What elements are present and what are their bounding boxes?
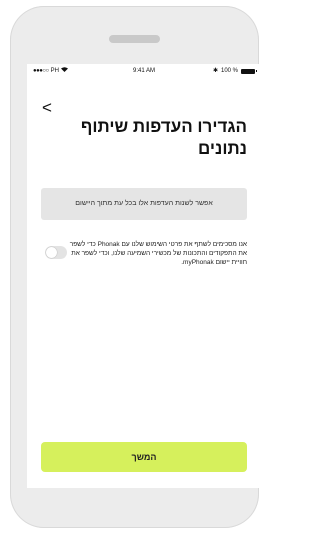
consent-row: אנו מסכימים לשתף את פרטי השימוש שלנו עם … (41, 240, 247, 292)
status-bar: ●●●○○ PH 9:41 AM ✱ 100 % (27, 64, 261, 78)
info-banner-text: אפשר לשנות העדפות אלו בכל עת מתוך היישום (75, 200, 213, 207)
back-button[interactable]: < (42, 99, 52, 116)
battery-icon (241, 68, 257, 74)
consent-text: אנו מסכימים לשתף את פרטי השימוש שלנו עם … (69, 241, 247, 266)
toggle-knob (46, 247, 57, 258)
app-screen: ●●●○○ PH 9:41 AM ✱ 100 % < הגדירו העדפות… (27, 64, 261, 488)
phone-speaker (109, 35, 160, 43)
continue-button[interactable]: המשך (41, 442, 247, 472)
status-right: ✱ 100 % (212, 64, 257, 78)
battery-percent: 100 % (220, 68, 238, 74)
info-banner: אפשר לשנות העדפות אלו בכל עת מתוך היישום (41, 188, 247, 220)
phone-frame: ●●●○○ PH 9:41 AM ✱ 100 % < הגדירו העדפות… (10, 6, 261, 528)
bluetooth-icon: ✱ (212, 68, 218, 74)
consent-toggle[interactable] (45, 246, 67, 259)
page-title: הגדירו העדפות שיתוף נתונים (80, 117, 247, 158)
